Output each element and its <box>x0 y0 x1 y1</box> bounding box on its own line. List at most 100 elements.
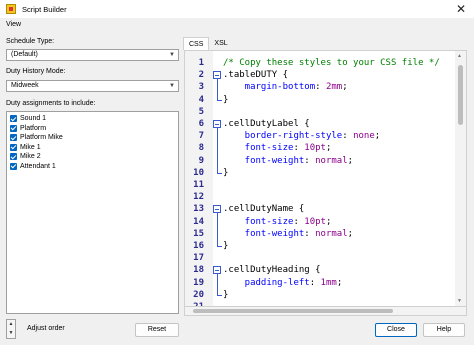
checkbox[interactable] <box>10 162 17 170</box>
line-number: 12 <box>193 192 204 203</box>
checkbox[interactable] <box>10 153 17 161</box>
code-line: 12 <box>185 191 455 203</box>
code-token: ; <box>336 277 343 288</box>
menu-bar: View <box>0 18 474 31</box>
code-token: border-right-style <box>223 131 343 142</box>
code-token: ; <box>325 216 332 227</box>
code-token: ; <box>347 228 354 239</box>
scroll-up-icon[interactable]: ▲ <box>457 53 462 59</box>
fold-guide <box>217 128 218 173</box>
code-editor[interactable]: 1 /* Copy these styles to your CSS file *… <box>184 50 467 307</box>
vertical-scrollbar[interactable]: ▲ ▼ <box>455 51 466 306</box>
reset-button[interactable]: Reset <box>135 323 179 337</box>
code-token: none <box>353 131 375 142</box>
line-number: 17 <box>193 253 204 264</box>
checkbox[interactable] <box>10 143 17 151</box>
checkbox[interactable] <box>10 134 17 142</box>
code-line: 2 .tableDUTY { <box>185 69 455 81</box>
scroll-down-icon[interactable]: ▼ <box>457 298 462 304</box>
line-number: 20 <box>193 289 204 300</box>
adjust-order-spinner[interactable]: ▲ ▼ <box>6 319 16 339</box>
line-number: 14 <box>193 216 204 227</box>
close-window-icon[interactable]: ✕ <box>456 2 466 16</box>
list-item[interactable]: Platform Mike <box>10 133 175 143</box>
code-token: padding-left <box>223 277 310 288</box>
line-number: 18 <box>193 265 204 276</box>
horizontal-scrollbar[interactable] <box>184 307 467 316</box>
close-button[interactable]: Close <box>375 323 417 337</box>
scrollbar-thumb[interactable] <box>458 65 463 125</box>
code-token: : <box>293 216 305 227</box>
code-token: : <box>309 277 321 288</box>
code-text: border-right-style: none; <box>223 130 381 142</box>
code-text: } <box>223 94 228 106</box>
code-token: .cellDutyHeading { <box>223 265 321 276</box>
menu-view[interactable]: View <box>6 21 21 28</box>
code-line: 5 <box>185 106 455 118</box>
fold-guide <box>217 213 218 246</box>
fold-toggle-icon[interactable] <box>213 120 221 128</box>
list-item-label: Mike 2 <box>20 153 41 161</box>
line-number: 10 <box>193 167 204 178</box>
line-number: 15 <box>193 228 204 239</box>
fold-end <box>217 294 222 296</box>
checkbox[interactable] <box>10 115 17 123</box>
fold-toggle-icon[interactable] <box>213 71 221 80</box>
code-token: normal <box>315 155 348 166</box>
assignments-list[interactable]: Sound 1 Platform Platform Mike Mike 1 Mi… <box>6 111 179 314</box>
code-token: } <box>223 241 229 251</box>
code-text: margin-bottom: 2mm; <box>223 81 348 93</box>
schedule-type-value: (Default) <box>11 51 38 58</box>
code-text: .tableDUTY { <box>223 69 288 81</box>
code-line: 9 font-weight: normal; <box>185 155 455 167</box>
code-line: 20} <box>185 289 455 301</box>
window-title: Script Builder <box>22 4 67 14</box>
code-line: 1 /* Copy these styles to your CSS file *… <box>185 57 455 69</box>
code-text: font-weight: normal; <box>223 155 353 167</box>
code-token: 1mm <box>320 277 337 288</box>
code-token: } <box>223 167 229 178</box>
code-token: /* Copy these styles to your CSS file */ <box>223 58 440 68</box>
tab-xsl[interactable]: XSL <box>209 37 232 50</box>
code-token: .tableDUTY { <box>223 70 289 81</box>
code-token: : <box>342 131 354 142</box>
code-token: 2mm <box>325 82 343 93</box>
checkbox[interactable] <box>10 124 17 132</box>
scrollbar-thumb[interactable] <box>193 309 393 313</box>
line-number: 11 <box>193 180 204 190</box>
arrow-down-icon[interactable]: ▼ <box>7 329 15 338</box>
code-line: 14 font-size: 10pt; <box>185 216 455 228</box>
list-item[interactable]: Platform <box>10 124 175 134</box>
duty-history-select[interactable]: Midweek ▼ <box>6 80 179 92</box>
list-item[interactable]: Mike 2 <box>10 152 175 162</box>
code-line: 8 font-size: 10pt; <box>185 142 455 154</box>
code-token: .cellDutyName { <box>223 204 305 215</box>
line-number: 9 <box>198 155 204 166</box>
code-token: : <box>293 143 305 154</box>
schedule-type-select[interactable]: (Default) ▼ <box>6 49 179 61</box>
list-item-label: Sound 1 <box>20 115 47 123</box>
code-text: .cellDutyLabel { <box>223 118 310 130</box>
list-item[interactable]: Mike 1 <box>10 143 175 153</box>
line-number: 3 <box>198 82 204 93</box>
code-text: } <box>223 240 228 252</box>
code-line: 3 margin-bottom: 2mm; <box>185 81 455 93</box>
line-number: 13 <box>193 204 204 215</box>
code-token: ; <box>325 143 332 154</box>
fold-toggle-icon[interactable] <box>213 266 221 275</box>
list-item[interactable]: Sound 1 <box>10 114 175 124</box>
code-line: 4} <box>185 94 455 106</box>
help-button[interactable]: Help <box>423 323 465 337</box>
code-token: ; <box>374 131 381 142</box>
tab-css[interactable]: CSS <box>183 37 210 50</box>
app-icon <box>6 4 16 14</box>
list-item[interactable]: Attendant 1 <box>10 162 175 172</box>
arrow-up-icon[interactable]: ▲ <box>7 320 15 329</box>
fold-guide <box>217 274 218 295</box>
fold-end <box>217 172 222 174</box>
code-token: .cellDutyLabel { <box>223 119 310 129</box>
line-number: 2 <box>198 70 204 81</box>
code-text: /* Copy these styles to your CSS file */ <box>223 57 440 69</box>
fold-toggle-icon[interactable] <box>213 205 221 214</box>
code-token: : <box>315 82 326 93</box>
